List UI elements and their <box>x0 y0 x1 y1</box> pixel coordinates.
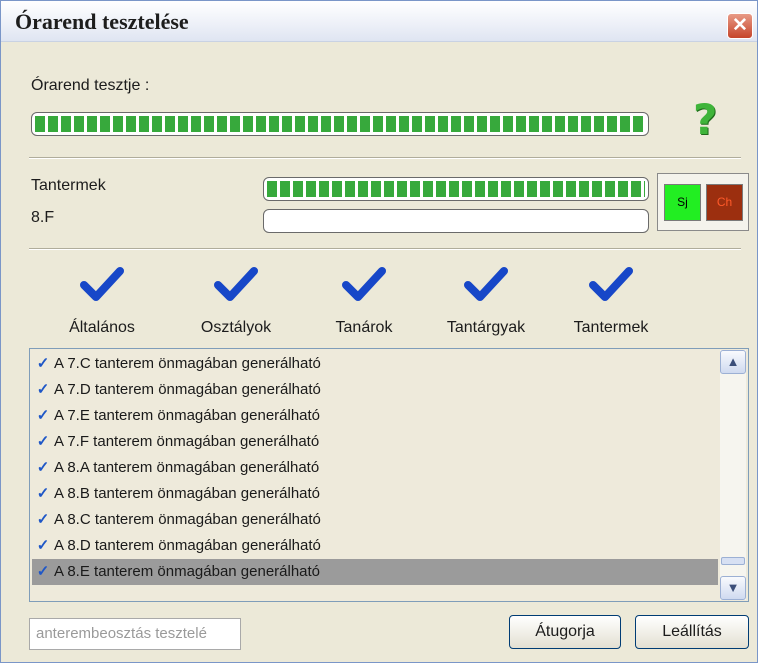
check-icon: ✓ <box>36 459 50 476</box>
color-indicator-ch: Ch <box>706 184 743 221</box>
tab-classrooms[interactable]: Tantermek <box>546 267 676 347</box>
stop-button[interactable]: Leállítás <box>635 615 749 649</box>
list-item-text: A 8.E tanterem önmagában generálható <box>54 563 321 580</box>
check-icon: ✓ <box>36 537 50 554</box>
list-item-selected[interactable]: ✓ A 8.E tanterem önmagában generálható <box>32 559 718 585</box>
color-indicator-box: Sj Ch <box>657 173 749 231</box>
check-icon: ✓ <box>36 355 50 372</box>
check-icon <box>589 267 633 301</box>
tab-general-label: Általános <box>69 319 135 336</box>
skip-button[interactable]: Átugorja <box>509 615 621 649</box>
timetable-test-progress <box>31 112 649 136</box>
list-item[interactable]: ✓ A 8.D tanterem önmagában generálható <box>32 533 718 559</box>
category-progress-fill <box>267 181 645 197</box>
item-progress <box>263 209 649 233</box>
tab-subjects-label: Tantárgyak <box>446 319 526 336</box>
list-item-text: A 8.D tanterem önmagában generálható <box>54 537 321 554</box>
list-item[interactable]: ✓ A 7.D tanterem önmagában generálható <box>32 377 718 403</box>
list-item-text: A 8.A tanterem önmagában generálható <box>54 459 320 476</box>
question-icon: ? <box>693 95 718 144</box>
check-icon: ✓ <box>36 485 50 502</box>
list-item[interactable]: ✓ A 8.C tanterem önmagában generálható <box>32 507 718 533</box>
current-category-label: Tantermek <box>31 177 106 194</box>
check-icon: ✓ <box>36 433 50 450</box>
check-icon <box>80 267 124 301</box>
window-title: Órarend tesztelése <box>15 9 189 34</box>
timetable-test-dialog: Órarend tesztelése ✕ Órarend tesztje : ?… <box>0 0 758 663</box>
check-icon <box>464 267 508 301</box>
color-indicator-sj: Sj <box>664 184 701 221</box>
check-icon: ✓ <box>36 407 50 424</box>
scroll-up-button[interactable]: ▲ <box>720 350 746 374</box>
list-item-text: A 8.C tanterem önmagában generálható <box>54 511 321 528</box>
list-item-text: A 7.E tanterem önmagában generálható <box>54 407 321 424</box>
tab-general[interactable]: Általános <box>37 267 167 347</box>
list-item[interactable]: ✓ A 8.B tanterem önmagában generálható <box>32 481 718 507</box>
tab-classes[interactable]: Osztályok <box>171 267 301 347</box>
list-item[interactable]: ✓ A 7.C tanterem önmagában generálható <box>32 351 718 377</box>
category-progress <box>263 177 649 201</box>
tab-teachers[interactable]: Tanárok <box>299 267 429 347</box>
check-icon: ✓ <box>36 381 50 398</box>
log-list[interactable]: ✓ A 7.C tanterem önmagában generálható ✓ A… <box>29 348 749 602</box>
timetable-test-progress-fill <box>35 116 645 132</box>
timetable-test-label: Órarend tesztje : <box>31 77 150 94</box>
list-item[interactable]: ✓ A 7.E tanterem önmagában generálható <box>32 403 718 429</box>
list-item-text: A 7.D tanterem önmagában generálható <box>54 381 321 398</box>
list-item-text: A 7.C tanterem önmagában generálható <box>54 355 321 372</box>
title-bar: Órarend tesztelése ✕ <box>1 1 757 42</box>
check-icon <box>342 267 386 301</box>
scroll-thumb[interactable] <box>721 557 745 565</box>
separator <box>29 157 741 159</box>
list-item-text: A 7.F tanterem önmagában generálható <box>54 433 320 450</box>
tab-teachers-label: Tanárok <box>335 319 393 336</box>
close-button[interactable]: ✕ <box>727 13 753 39</box>
list-item[interactable]: ✓ A 8.A tanterem önmagában generálható <box>32 455 718 481</box>
check-icon: ✓ <box>36 563 50 580</box>
scroll-down-button[interactable]: ▼ <box>720 576 746 600</box>
list-item[interactable]: ✓ A 7.F tanterem önmagában generálható <box>32 429 718 455</box>
current-item-label: 8.F <box>31 209 55 226</box>
log-scrollbar[interactable]: ▲ ▼ <box>720 350 746 600</box>
tab-classes-label: Osztályok <box>200 319 272 336</box>
tab-classrooms-label: Tantermek <box>573 319 649 336</box>
status-text-field[interactable]: anterembeosztás tesztelé <box>29 618 241 650</box>
check-icon: ✓ <box>36 511 50 528</box>
list-item-text: A 8.B tanterem önmagában generálható <box>54 485 321 502</box>
check-icon <box>214 267 258 301</box>
separator <box>29 248 741 250</box>
tab-subjects[interactable]: Tantárgyak <box>421 267 551 347</box>
